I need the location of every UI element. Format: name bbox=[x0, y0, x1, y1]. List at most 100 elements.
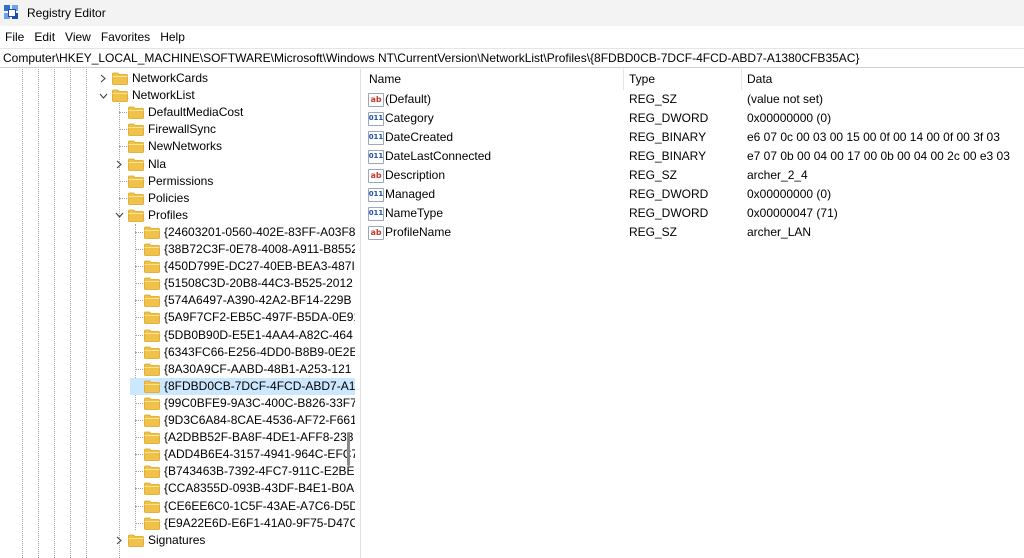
tree-item-label: Policies bbox=[148, 190, 190, 205]
tree-item[interactable]: NewNetworks bbox=[114, 138, 222, 155]
column-header-type[interactable]: Type bbox=[624, 69, 655, 90]
chevron-down-icon[interactable] bbox=[114, 207, 124, 224]
value-row[interactable]: 011 DateCreated REG_BINARY e6 07 0c 00 03 0… bbox=[364, 128, 1024, 147]
value-row[interactable]: 011 NameType REG_DWORD 0x00000047 (71) bbox=[364, 204, 1024, 223]
folder-icon bbox=[144, 448, 160, 462]
value-data: e6 07 0c 00 03 00 15 00 0f 00 14 00 0f 0… bbox=[747, 130, 1000, 144]
value-data: 0x00000047 (71) bbox=[747, 206, 838, 220]
tree-item[interactable]: {B743463B-7392-4FC7-911C-E2BE bbox=[130, 463, 355, 480]
tree-item[interactable]: Nla bbox=[114, 156, 166, 173]
tree-item[interactable]: FirewallSync bbox=[114, 121, 216, 138]
title-bar: Registry Editor bbox=[0, 0, 1024, 26]
menu-help[interactable]: Help bbox=[155, 26, 190, 48]
tree-item[interactable]: {8A30A9CF-AABD-48B1-A253-121 bbox=[130, 361, 351, 378]
pane-splitter[interactable] bbox=[360, 69, 361, 558]
value-row[interactable]: ab (Default) REG_SZ (value not set) bbox=[364, 90, 1024, 109]
tree-item[interactable]: {5A9F7CF2-EB5C-497F-B5DA-0E91 bbox=[130, 309, 355, 326]
value-name: DateLastConnected bbox=[385, 149, 492, 163]
column-header-name[interactable]: Name bbox=[364, 69, 401, 90]
value-row[interactable]: 011 Managed REG_DWORD 0x00000000 (0) bbox=[364, 185, 1024, 204]
tree-item-label: Signatures bbox=[148, 532, 206, 547]
folder-icon bbox=[144, 329, 160, 342]
folder-icon bbox=[144, 414, 160, 427]
folder-icon bbox=[128, 192, 144, 205]
folder-icon bbox=[128, 158, 144, 171]
column-header-data[interactable]: Data bbox=[742, 69, 772, 90]
tree-item[interactable]: {38B72C3F-0E78-4008-A911-B8552 bbox=[130, 241, 355, 258]
tree-guide-line bbox=[22, 69, 23, 558]
tree-item-label: {24603201-0560-402E-83FF-A03F8 bbox=[164, 224, 355, 239]
tree-item-label: {6343FC66-E256-4DD0-B8B9-0E2E bbox=[164, 344, 355, 359]
tree-item[interactable]: Profiles bbox=[114, 207, 188, 224]
value-type: REG_DWORD bbox=[629, 111, 709, 125]
chevron-right-icon[interactable] bbox=[98, 70, 108, 87]
tree-item[interactable]: {450D799E-DC27-40EB-BEA3-487I bbox=[130, 258, 355, 275]
window-title: Registry Editor bbox=[27, 6, 106, 20]
binary-value-icon: 011 bbox=[368, 130, 384, 145]
tree-item-label: {38B72C3F-0E78-4008-A911-B8552 bbox=[164, 242, 355, 256]
value-type: REG_BINARY bbox=[629, 130, 707, 144]
tree-guide-line bbox=[38, 69, 39, 558]
tree-item[interactable]: {E9A22E6D-E6F1-41A0-9F75-D47C bbox=[130, 515, 355, 532]
tree-scrollbar-thumb[interactable] bbox=[347, 432, 350, 466]
folder-icon bbox=[144, 311, 160, 325]
tree-item[interactable]: DefaultMediaCost bbox=[114, 104, 243, 121]
values-list[interactable]: Name Type Data ab (Default) REG_SZ (value n… bbox=[364, 69, 1024, 558]
menu-view[interactable]: View bbox=[60, 26, 96, 48]
tree-item-label: {CE6EE6C0-1C5F-43AE-A7C6-D5D bbox=[164, 498, 355, 513]
folder-icon bbox=[144, 380, 160, 393]
chevron-right-icon[interactable] bbox=[114, 532, 124, 549]
tree-item[interactable]: {6343FC66-E256-4DD0-B8B9-0E2E bbox=[130, 344, 355, 361]
value-row[interactable]: ab Description REG_SZ archer_2_4 bbox=[364, 166, 1024, 185]
menu-favorites[interactable]: Favorites bbox=[96, 26, 155, 48]
tree-item[interactable]: NetworkCards bbox=[98, 70, 208, 87]
folder-icon bbox=[128, 175, 144, 188]
key-tree[interactable]: NetworkCards NetworkList DefaultMediaCost F… bbox=[0, 69, 355, 558]
tree-item[interactable]: {ADD4B6E4-3157-4941-964C-EFC7 bbox=[130, 446, 355, 463]
tree-item[interactable]: {5DB0B90D-E5E1-4AA4-A82C-464 bbox=[130, 327, 353, 344]
menu-file[interactable]: File bbox=[0, 26, 29, 48]
value-type: REG_DWORD bbox=[629, 206, 709, 220]
value-row[interactable]: 011 Category REG_DWORD 0x00000000 (0) bbox=[364, 109, 1024, 128]
chevron-down-icon[interactable] bbox=[98, 87, 108, 104]
value-name: (Default) bbox=[385, 92, 432, 106]
value-row[interactable]: ab ProfileName REG_SZ archer_LAN bbox=[364, 223, 1024, 242]
value-row[interactable]: 011 DateLastConnected REG_BINARY e7 07 0b 0… bbox=[364, 147, 1024, 166]
tree-item[interactable]: {CCA8355D-093B-43DF-B4E1-B0A bbox=[130, 480, 354, 497]
tree-item[interactable]: {A2DBB52F-BA8F-4DE1-AFF8-233 bbox=[130, 429, 353, 446]
tree-item[interactable]: {51508C3D-20B8-44C3-B525-2012 bbox=[130, 275, 353, 292]
folder-icon bbox=[128, 123, 144, 137]
tree-item[interactable]: Signatures bbox=[114, 532, 205, 549]
tree-item-label: {CCA8355D-093B-43DF-B4E1-B0A bbox=[164, 481, 355, 496]
value-type: REG_BINARY bbox=[629, 149, 707, 163]
value-type: REG_SZ bbox=[629, 92, 678, 106]
value-data: 0x00000000 (0) bbox=[747, 111, 832, 125]
tree-item[interactable]: {574A6497-A390-42A2-BF14-229B bbox=[130, 292, 351, 309]
address-input[interactable] bbox=[0, 49, 1024, 67]
tree-item[interactable]: {CE6EE6C0-1C5F-43AE-A7C6-D5D bbox=[130, 498, 355, 515]
tree-item[interactable]: {99C0BFE9-9A3C-400C-B826-33F7 bbox=[130, 395, 355, 412]
tree-item[interactable]: {9D3C6A84-8CAE-4536-AF72-F661 bbox=[130, 412, 355, 429]
tree-item-label: {99C0BFE9-9A3C-400C-B826-33F7 bbox=[164, 395, 355, 410]
tree-item[interactable]: NetworkList bbox=[98, 87, 195, 104]
folder-icon bbox=[144, 431, 160, 444]
tree-item-label: Profiles bbox=[148, 207, 189, 222]
registry-editor-icon bbox=[4, 5, 20, 21]
menu-edit[interactable]: Edit bbox=[29, 26, 60, 48]
folder-icon bbox=[144, 243, 160, 256]
chevron-right-icon[interactable] bbox=[114, 156, 124, 173]
value-name: Managed bbox=[385, 187, 436, 201]
tree-item[interactable]: Policies bbox=[114, 190, 189, 207]
tree-item[interactable]: {8FDBD0CB-7DCF-4FCD-ABD7-A1 bbox=[130, 377, 355, 395]
tree-item[interactable]: {24603201-0560-402E-83FF-A03F8 bbox=[130, 224, 355, 241]
string-value-icon: ab bbox=[368, 168, 384, 183]
tree-item[interactable]: Permissions bbox=[114, 173, 213, 190]
